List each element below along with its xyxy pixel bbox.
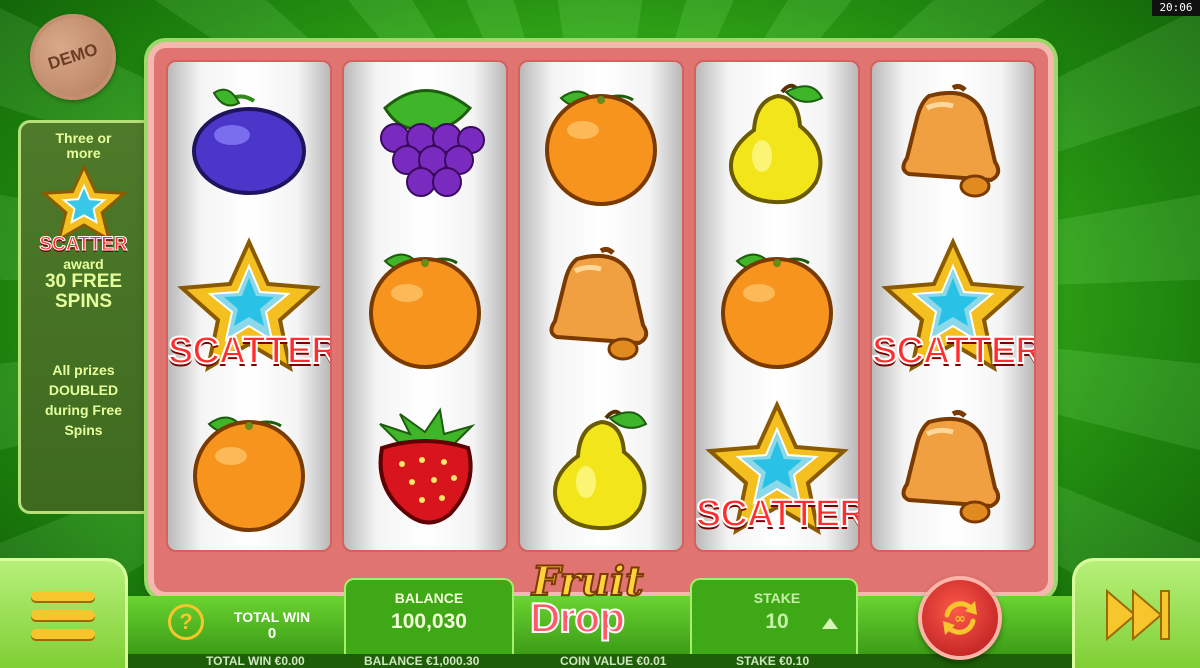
info-scatter: SCATTER — [39, 234, 128, 256]
autoplay-button[interactable]: ∞ — [918, 576, 1002, 660]
reel-2 — [342, 60, 508, 552]
symbol-orange — [168, 387, 330, 550]
symbol-pear — [696, 62, 858, 225]
symbol-bell — [872, 387, 1034, 550]
reel-3 — [518, 60, 684, 552]
reel-5: SCATTER — [870, 60, 1036, 552]
menu-icon-bar — [30, 628, 95, 639]
pear-icon — [729, 84, 824, 205]
symbol-bell — [872, 62, 1034, 225]
info-prize-4: Spins — [64, 422, 103, 438]
orange-icon — [193, 416, 305, 532]
info-prize-1: All prizes — [52, 362, 115, 378]
balance-value: 100,030 — [391, 610, 467, 633]
menu-button[interactable] — [0, 558, 128, 668]
orange-icon — [721, 253, 833, 369]
symbol-scatter: SCATTER — [696, 387, 858, 550]
symbol-orange — [344, 225, 506, 388]
symbol-strawberry — [344, 387, 506, 550]
symbol-orange — [520, 62, 682, 225]
reels: SCATTER SCATTER SCATTER — [166, 60, 1036, 552]
stake-up-arrow-icon[interactable] — [822, 618, 838, 629]
symbol-bell — [520, 225, 682, 388]
info-free-2: SPINS — [54, 291, 113, 312]
footer-balance: BALANCE €1,000.30 — [364, 654, 480, 668]
symbol-orange — [696, 225, 858, 388]
stake-box[interactable]: STAKE 10 — [690, 578, 858, 654]
clock: 20:06 — [1152, 0, 1200, 16]
svg-text:∞: ∞ — [954, 611, 966, 627]
symbol-scatter: SCATTER — [872, 225, 1034, 388]
question-icon: ? — [179, 609, 193, 634]
reel-1: SCATTER — [166, 60, 332, 552]
logo-line-2: Drop — [529, 593, 626, 642]
symbol-grapes — [344, 62, 506, 225]
info-line-2: more — [66, 145, 101, 161]
total-win: TOTAL WIN 0 — [226, 609, 318, 642]
total-win-value: 0 — [267, 625, 277, 642]
scatter-label: SCATTER — [696, 492, 860, 536]
info-prize-2: DOUBLED — [48, 382, 119, 398]
footer-stake: STAKE €0.10 — [736, 654, 810, 668]
help-button[interactable]: ? — [168, 604, 204, 640]
fast-forward-button[interactable] — [1072, 558, 1200, 668]
reel-4: SCATTER — [694, 60, 860, 552]
menu-icon-bar — [30, 609, 95, 620]
symbol-scatter: SCATTER — [168, 225, 330, 388]
bell-icon — [901, 409, 1001, 524]
pear-icon — [553, 409, 648, 530]
symbol-plum — [168, 62, 330, 225]
bell-icon — [549, 246, 649, 361]
reel-frame: SCATTER SCATTER SCATTER — [148, 42, 1054, 598]
footer-total-win: TOTAL WIN €0.00 — [206, 654, 305, 668]
total-win-label: TOTAL WIN — [233, 609, 311, 625]
grapes-icon — [380, 89, 485, 198]
fast-forward-icon — [1105, 588, 1170, 641]
balance-label: BALANCE — [394, 590, 464, 606]
plum-icon — [192, 89, 306, 196]
info-free-1: 30 FREE — [44, 271, 123, 292]
bell-icon — [901, 84, 1001, 198]
strawberry-icon — [378, 407, 476, 525]
autoplay-icon: ∞ — [943, 601, 977, 635]
menu-icon-bar — [30, 590, 95, 601]
info-prize-3: during Free — [44, 402, 122, 418]
orange-icon — [545, 91, 657, 207]
demo-badge: DEMO — [18, 2, 128, 112]
scatter-label: SCATTER — [872, 329, 1036, 373]
demo-badge-label: DEMO — [45, 39, 101, 74]
info-line-1: Three or — [55, 130, 112, 146]
scatter-label: SCATTER — [168, 329, 332, 373]
symbol-pear — [520, 387, 682, 550]
info-award: award — [63, 256, 104, 272]
balance-box: BALANCE 100,030 — [344, 578, 514, 654]
free-spins-info-panel: Three or more SCATTER award 30 FREE SPIN… — [18, 120, 146, 514]
footer-coin-value: COIN VALUE €0.01 — [560, 654, 667, 668]
fruit-drop-logo: Fruit Drop — [524, 557, 684, 648]
stake-label: STAKE — [753, 590, 801, 606]
orange-icon — [369, 253, 481, 369]
